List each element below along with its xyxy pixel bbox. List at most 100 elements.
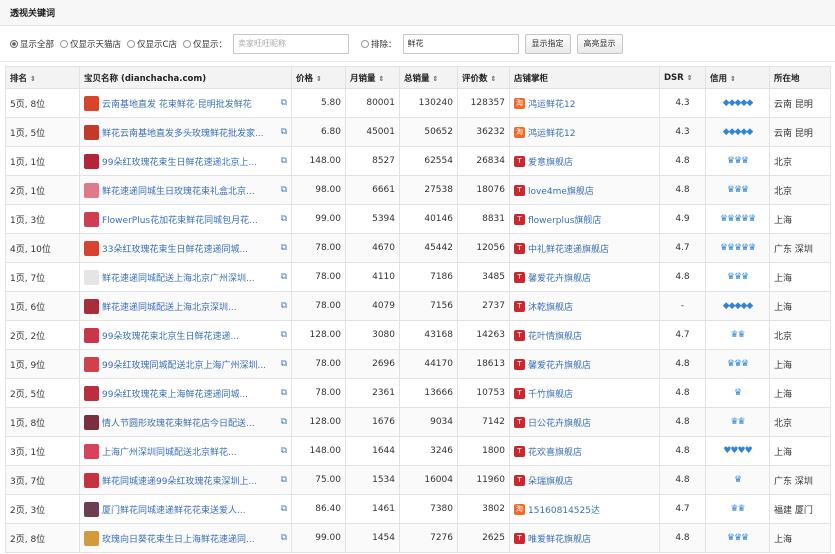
credit-level-icon: ♛♛♛♛♛ xyxy=(719,214,756,224)
price-cell: 86.40 xyxy=(291,494,346,524)
external-link-icon[interactable]: ⧉ xyxy=(281,156,287,166)
item-thumbnail[interactable] xyxy=(84,327,99,343)
shop-name-link[interactable]: love4me旗舰店 xyxy=(528,184,594,197)
item-title-link[interactable]: 厦门鲜花同城速递鲜花花束送爱人... xyxy=(102,503,278,516)
external-link-icon[interactable]: ⧉ xyxy=(281,185,287,195)
item-thumbnail[interactable] xyxy=(84,124,99,140)
col-header-monthly[interactable]: 月销量 ⇕ xyxy=(345,66,400,89)
external-link-icon[interactable]: ⧉ xyxy=(281,417,287,427)
external-link-icon[interactable]: ⧉ xyxy=(281,388,287,398)
location-cell: 广东 深圳 xyxy=(769,465,831,495)
external-link-icon[interactable]: ⧉ xyxy=(281,330,287,340)
tmall-icon: T xyxy=(514,358,525,370)
item-thumbnail[interactable] xyxy=(84,95,99,111)
reviews-cell: 3485 xyxy=(457,262,510,292)
item-title-link[interactable]: 鲜花速递同城配送上海北京深圳... xyxy=(102,300,278,313)
credit-level-icon: ♛♛♛♛♛ xyxy=(719,243,756,253)
item-title-link[interactable]: 鲜花速递同城生日玫瑰花束礼盒北京... xyxy=(102,184,278,197)
total-sales-cell: 7156 xyxy=(399,291,458,321)
shop-name-link[interactable]: 千竹旗舰店 xyxy=(528,387,573,400)
item-title-link[interactable]: FlowerPlus花加花束鲜花同城包月花... xyxy=(102,213,278,226)
item-thumbnail[interactable] xyxy=(84,472,99,488)
radio-icon[interactable] xyxy=(127,39,136,48)
external-link-icon[interactable]: ⧉ xyxy=(281,243,287,253)
item-thumbnail[interactable] xyxy=(84,211,99,227)
item-cell: 玫瑰向日葵花束生日上海鲜花速递同... ⧉ xyxy=(79,523,292,553)
radio-icon[interactable] xyxy=(360,39,369,48)
item-title-link[interactable]: 云南基地直发 花束鲜花·昆明批发鲜花 xyxy=(102,97,278,110)
external-link-icon[interactable]: ⧉ xyxy=(281,475,287,485)
credit-cell: ♛♛ xyxy=(705,320,770,350)
shop-name-link[interactable]: 中礼鲜花速递旗舰店 xyxy=(528,242,609,255)
item-thumbnail[interactable] xyxy=(84,269,99,285)
filter-option-all[interactable]: 显示全部 xyxy=(10,38,54,50)
tmall-icon: T xyxy=(514,213,525,225)
item-thumbnail[interactable] xyxy=(84,530,99,546)
item-thumbnail[interactable] xyxy=(84,298,99,314)
item-title-link[interactable]: 99朵玫瑰花束北京生日鲜花速递... xyxy=(102,329,278,342)
filter-option-only[interactable]: 仅显示： xyxy=(182,38,227,50)
item-title-link[interactable]: 33朵红玫瑰花束生日鲜花速递同城... xyxy=(102,242,278,255)
col-header-rank[interactable]: 排名 ⇕ xyxy=(5,66,80,89)
shop-name-link[interactable]: 沐乾旗舰店 xyxy=(528,300,573,313)
shop-name-link[interactable]: 馨爱花卉旗舰店 xyxy=(528,358,591,371)
shop-name-link[interactable]: 花欢喜旗舰店 xyxy=(528,445,582,458)
monthly-sales-cell: 8527 xyxy=(345,146,400,176)
shop-name-link[interactable]: 日公花卉旗舰店 xyxy=(528,416,591,429)
external-link-icon[interactable]: ⧉ xyxy=(281,98,287,108)
item-title-link[interactable]: 鲜花同城速递99朵红玫瑰花束深圳上... xyxy=(102,474,278,487)
col-header-total[interactable]: 总销量 ⇕ xyxy=(399,66,458,89)
item-title-link[interactable]: 99朵红玫瑰花束生日鲜花速递北京上... xyxy=(102,155,278,168)
filter-option-tmall[interactable]: 仅显示天猫店 xyxy=(60,38,121,50)
col-header-price[interactable]: 价格 ⇕ xyxy=(291,66,346,89)
col-header-credit[interactable]: 信用 ⇕ xyxy=(705,66,770,89)
col-header-dsr[interactable]: DSR ⇕ xyxy=(659,66,706,89)
external-link-icon[interactable]: ⧉ xyxy=(281,272,287,282)
cancel-highlight-button[interactable]: 高亮显示 xyxy=(576,33,623,54)
shop-name-link[interactable]: 朵瑞旗舰店 xyxy=(528,474,573,487)
item-title-link[interactable]: 99朵红玫瑰同城配送北京上海广州深圳... xyxy=(102,358,278,371)
filter-option-cshop[interactable]: 仅显示C店 xyxy=(127,38,177,50)
shop-name-link[interactable]: flowerplus旗舰店 xyxy=(528,213,601,226)
radio-icon[interactable] xyxy=(182,39,191,48)
shop-name-link[interactable]: 花叶情旗舰店 xyxy=(528,329,582,342)
item-title-link[interactable]: 上海广州深圳同城配送北京鲜花... xyxy=(102,445,278,458)
shop-name-link[interactable]: 馨爱花卉旗舰店 xyxy=(528,271,591,284)
external-link-icon[interactable]: ⧉ xyxy=(281,533,287,543)
external-link-icon[interactable]: ⧉ xyxy=(281,359,287,369)
highlight-button[interactable]: 显示指定 xyxy=(524,33,571,54)
item-title-link[interactable]: 情人节圆形玫瑰花束鲜花店今日配送... xyxy=(102,416,278,429)
external-link-icon[interactable]: ⧉ xyxy=(281,214,287,224)
shop-name-link[interactable]: 爱意旗舰店 xyxy=(528,155,573,168)
item-thumbnail[interactable] xyxy=(84,240,99,256)
monthly-sales-cell: 80001 xyxy=(345,88,400,118)
shop-name-link[interactable]: 鸿运鲜花12 xyxy=(528,97,575,110)
radio-icon[interactable] xyxy=(60,39,69,48)
item-thumbnail[interactable] xyxy=(84,356,99,372)
item-title-link[interactable]: 鲜花云南基地直发多头玫瑰鲜花批发家... xyxy=(102,126,278,139)
external-link-icon[interactable]: ⧉ xyxy=(281,504,287,514)
monthly-sales-cell: 2361 xyxy=(345,378,400,408)
shop-name-link[interactable]: 唯爱鲜花旗舰店 xyxy=(528,532,591,545)
shop-name-link[interactable]: 鸿运鲜花12 xyxy=(528,126,575,139)
exclude-input[interactable] xyxy=(402,33,519,54)
item-thumbnail[interactable] xyxy=(84,182,99,198)
external-link-icon[interactable]: ⧉ xyxy=(281,127,287,137)
item-thumbnail[interactable] xyxy=(84,443,99,459)
monthly-sales-cell: 4079 xyxy=(345,291,400,321)
item-thumbnail[interactable] xyxy=(84,153,99,169)
reviews-cell: 1800 xyxy=(457,436,510,466)
shop-name-link[interactable]: 15160814525达 xyxy=(528,503,600,516)
radio-icon[interactable] xyxy=(10,39,18,48)
external-link-icon[interactable]: ⧉ xyxy=(281,446,287,456)
item-thumbnail[interactable] xyxy=(84,501,99,517)
col-header-reviews[interactable]: 评价数 ⇕ xyxy=(457,66,510,89)
item-thumbnail[interactable] xyxy=(84,414,99,430)
filter-option-exclude[interactable]: 排除： xyxy=(360,38,397,50)
item-thumbnail[interactable] xyxy=(84,385,99,401)
item-title-link[interactable]: 玫瑰向日葵花束生日上海鲜花速递同... xyxy=(102,532,278,545)
item-title-link[interactable]: 99朵红玫瑰花束上海鲜花速递同城... xyxy=(102,387,278,400)
shop-filter-input[interactable] xyxy=(232,33,349,54)
item-title-link[interactable]: 鲜花速递同城配送上海北京广州深圳... xyxy=(102,271,278,284)
external-link-icon[interactable]: ⧉ xyxy=(281,301,287,311)
